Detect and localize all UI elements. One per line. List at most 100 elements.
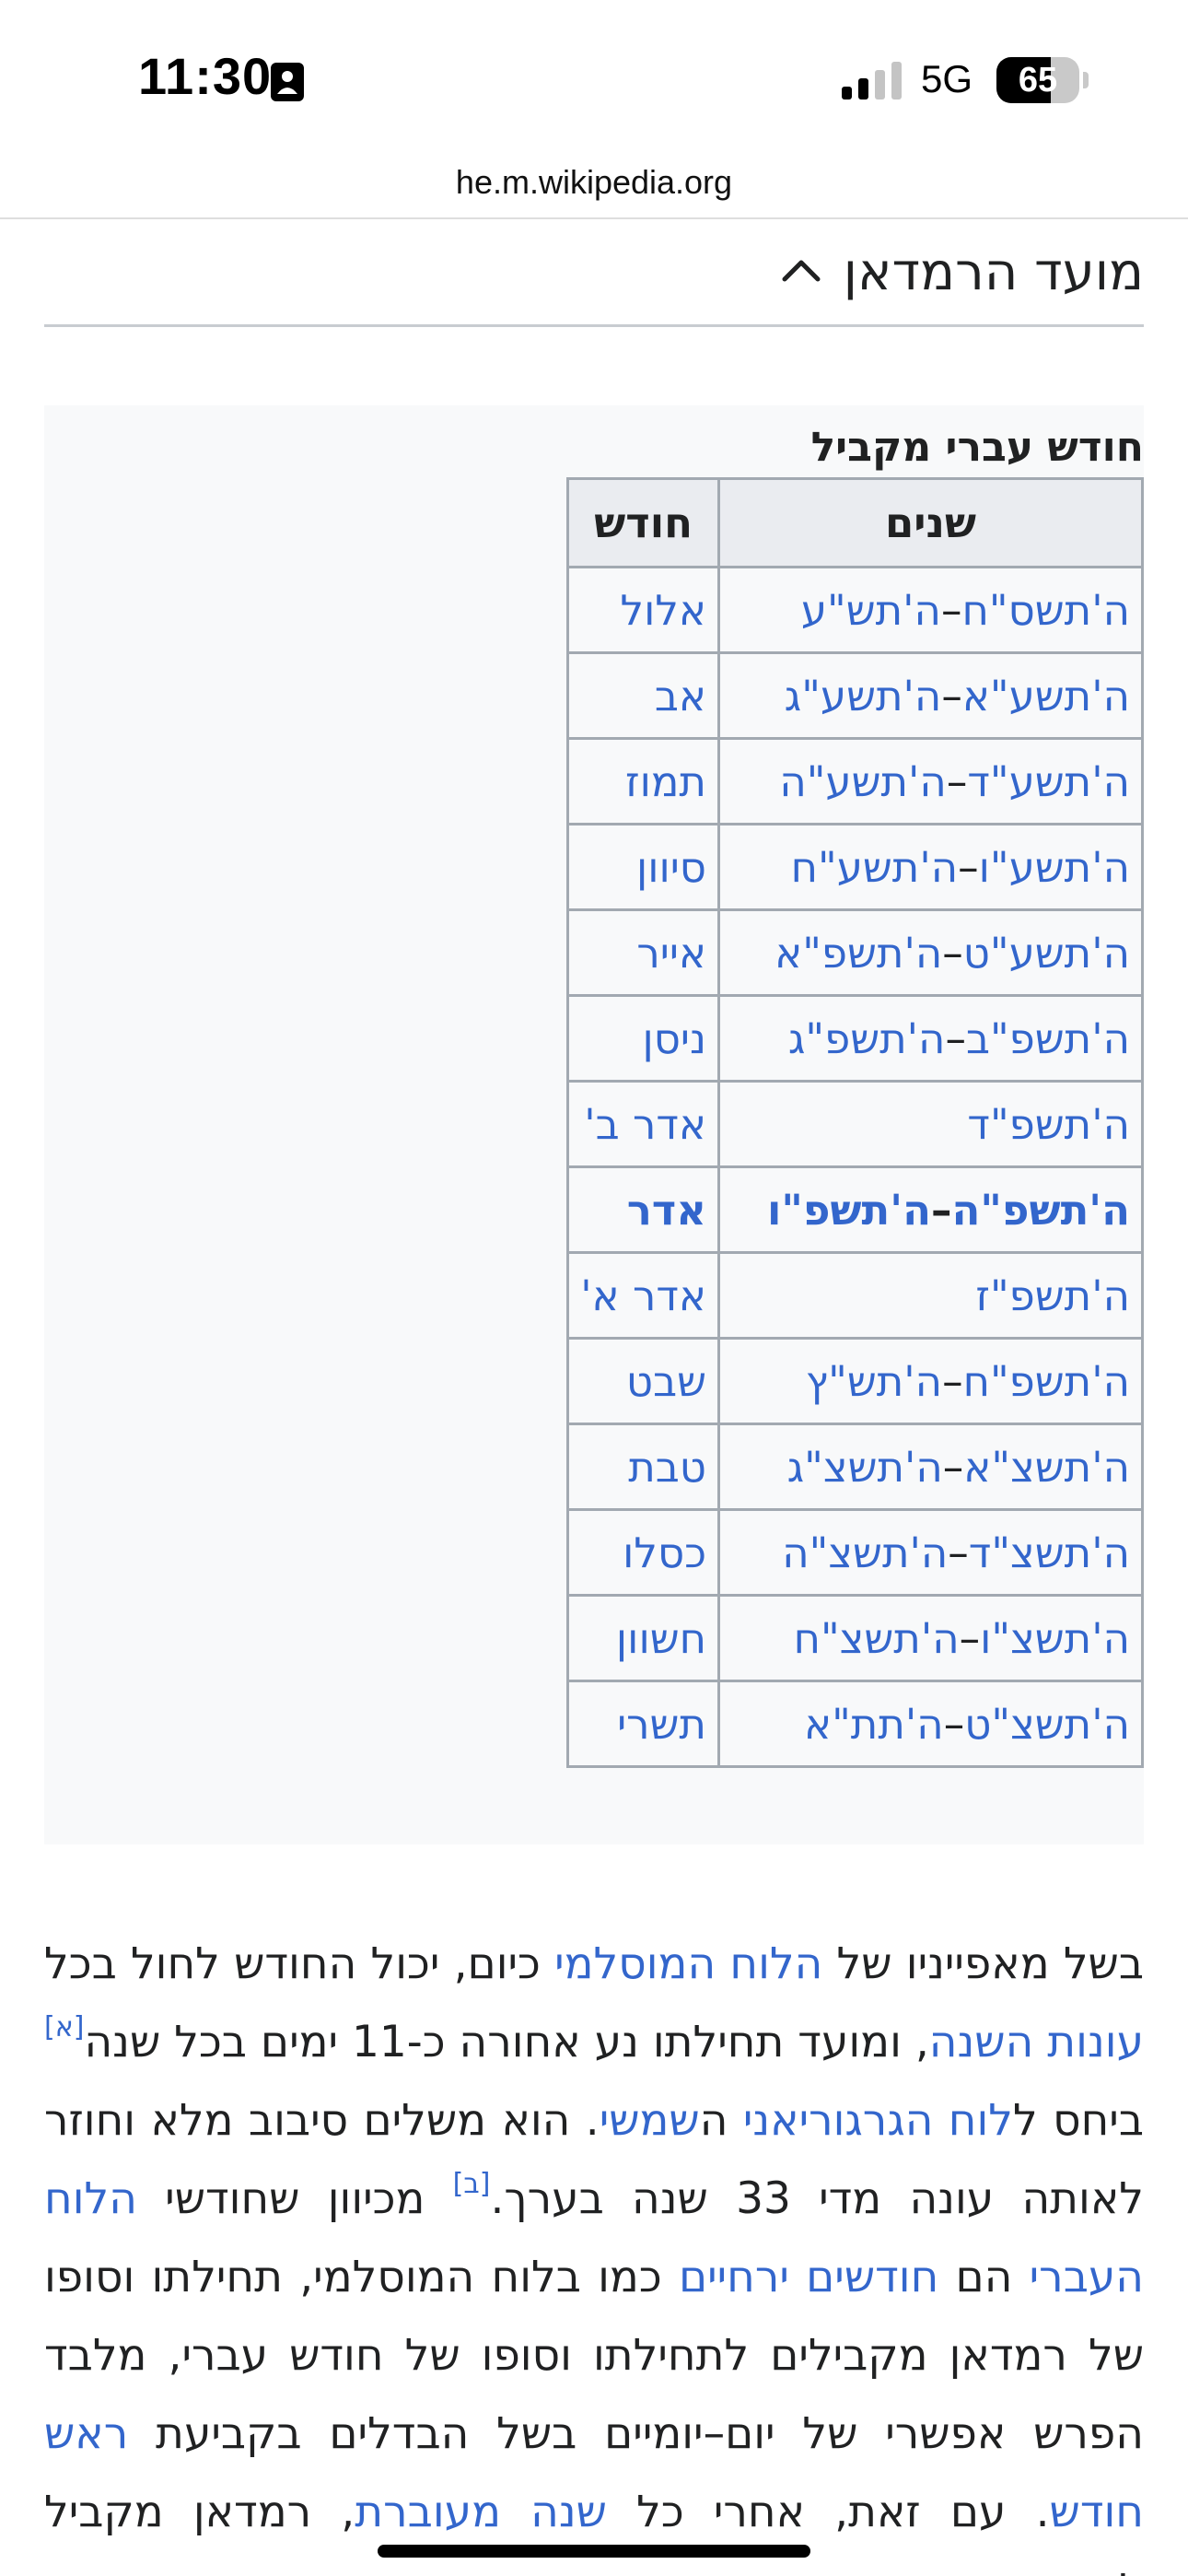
month-link[interactable]: אב (655, 672, 706, 720)
year-link[interactable]: ה'תשצ"ט (964, 1700, 1130, 1749)
year-link[interactable]: ה'תשצ"ח (794, 1614, 960, 1663)
year-link[interactable]: ה'תשפ"ה (951, 1186, 1130, 1235)
table-row: ה'תשפ"ד אדר ב' (566, 1080, 1144, 1168)
year-link[interactable]: ה'תשע"ג (785, 672, 942, 720)
year-link[interactable]: ה'תשע"ח (791, 843, 959, 892)
years-cell: ה'תשס"ח–ה'תש"ע (717, 566, 1144, 654)
month-link[interactable]: טבת (628, 1443, 706, 1492)
header-years: שנים (717, 477, 1144, 568)
month-link[interactable]: שבט (626, 1357, 706, 1406)
home-indicator[interactable] (378, 2545, 810, 2558)
year-link[interactable]: ה'תשע"ה (779, 757, 947, 806)
table-row: ה'תשפ"ה–ה'תשפ"ו אדר (566, 1165, 1144, 1254)
paragraph-text: מכיוון שחודשי (136, 2173, 453, 2224)
month-link[interactable]: אדר (627, 1186, 706, 1235)
footnote: [א] (44, 2011, 84, 2043)
url-bar[interactable]: he.m.wikipedia.org (0, 147, 1188, 217)
year-link[interactable]: ה'תשע"ד (967, 757, 1130, 806)
years-cell: ה'תשפ"ח–ה'תש"ץ (717, 1337, 1144, 1425)
section-title[interactable]: מועד הרמדאן (844, 242, 1144, 302)
paragraph-text: כיום, יכול החודש לחול בכל (44, 1938, 555, 1989)
table-row: ה'תשצ"ד–ה'תשצ"ה כסלו (566, 1508, 1144, 1597)
month-cell: סיוון (566, 823, 720, 911)
year-link[interactable]: ה'תשצ"א (963, 1443, 1130, 1492)
years-cell: ה'תשצ"א–ה'תשצ"ג (717, 1423, 1144, 1511)
month-link[interactable]: כסלו (623, 1528, 706, 1577)
year-link[interactable]: ה'תשפ"ו (767, 1186, 931, 1235)
infobox: חודש עברי מקביל שנים חודש ה'תשס"ח–ה'תש"ע… (44, 405, 1144, 1844)
network-type: 5G (921, 57, 973, 100)
month-link[interactable]: חשוון (616, 1614, 706, 1663)
paragraph-text: ה (699, 2095, 743, 2146)
body-paragraph: בשל מאפייניו של הלוח המוסלמי כיום, יכול … (44, 1925, 1144, 2576)
month-cell: תשרי (566, 1680, 720, 1768)
article-link[interactable]: שנה מעוברת (355, 2487, 607, 2537)
range-dash: – (942, 1356, 963, 1406)
years-cell: ה'תשצ"ו–ה'תשצ"ח (717, 1594, 1144, 1682)
range-dash: – (945, 1013, 966, 1063)
year-link[interactable]: ה'תשצ"ה (782, 1528, 948, 1577)
month-cell: ניסן (566, 994, 720, 1083)
month-link[interactable]: אדר א' (580, 1271, 706, 1320)
year-link[interactable]: ה'תשע"ו (979, 843, 1130, 892)
month-link[interactable]: תשרי (617, 1700, 706, 1749)
month-link[interactable]: אלול (621, 586, 707, 635)
year-link[interactable]: ה'תשצ"ג (787, 1443, 943, 1492)
years-cell: ה'תשע"ו–ה'תשע"ח (717, 823, 1144, 911)
article-link[interactable]: הלוח המוסלמי (554, 1938, 822, 1989)
month-cell: אדר א' (566, 1251, 720, 1340)
years-cell: ה'תשפ"ד (717, 1080, 1144, 1168)
range-dash: – (930, 1185, 952, 1235)
table-header-row: שנים חודש (566, 477, 1144, 568)
table-row: ה'תשס"ח–ה'תש"ע אלול (566, 566, 1144, 654)
year-link[interactable]: ה'תת"א (804, 1700, 944, 1749)
year-link[interactable]: ה'תשפ"ז (975, 1271, 1130, 1320)
paragraph-text: ביחס ל (1013, 2095, 1144, 2146)
infobox-caption: חודש עברי מקביל (810, 423, 1144, 471)
contact-card-icon (271, 63, 304, 101)
url-text[interactable]: he.m.wikipedia.org (456, 163, 732, 202)
year-link[interactable]: ה'תשפ"ח (963, 1357, 1130, 1406)
article-link[interactable]: חודשים ירחיים (679, 2252, 938, 2302)
table-row: ה'תשע"ו–ה'תשע"ח סיוון (566, 823, 1144, 911)
years-cell: ה'תשפ"ב–ה'תשפ"ג (717, 994, 1144, 1083)
month-link[interactable]: אייר (636, 929, 706, 978)
footnote-link[interactable]: [א] (44, 2011, 84, 2043)
month-cell: אייר (566, 908, 720, 997)
range-dash: – (940, 585, 962, 635)
years-cell: ה'תשע"א–ה'תשע"ג (717, 651, 1144, 740)
table-row: ה'תשפ"ב–ה'תשפ"ג ניסן (566, 994, 1144, 1083)
year-link[interactable]: ה'תשע"א (962, 672, 1130, 720)
status-time: 11:30 (138, 47, 273, 105)
year-link[interactable]: ה'תשצ"ד (969, 1528, 1130, 1577)
year-link[interactable]: ה'תש"ע (801, 586, 941, 635)
year-link[interactable]: ה'תשפ"ד (967, 1100, 1130, 1149)
section-heading[interactable]: מועד הרמדאן (44, 221, 1144, 322)
year-link[interactable]: ה'תשפ"ג (788, 1014, 946, 1063)
paragraph-text: בשל מאפייניו של (822, 1938, 1145, 1989)
year-link[interactable]: ה'תשפ"א (775, 929, 942, 978)
year-link[interactable]: ה'תש"ץ (806, 1357, 942, 1406)
year-link[interactable]: ה'תשפ"ב (966, 1014, 1130, 1063)
article-link[interactable]: עונות השנה (929, 2017, 1144, 2067)
chevron-up-icon[interactable] (779, 248, 823, 292)
month-link[interactable]: סיוון (636, 843, 706, 892)
month-link[interactable]: תמוז (625, 757, 706, 806)
section-divider (44, 324, 1144, 327)
year-link[interactable]: ה'תשס"ח (961, 586, 1130, 635)
years-cell: ה'תשע"ט–ה'תשפ"א (717, 908, 1144, 997)
year-link[interactable]: ה'תשצ"ו (980, 1614, 1130, 1663)
battery-icon: 65 (996, 57, 1079, 103)
signal-bars-icon (842, 62, 902, 100)
month-link[interactable]: ניסן (642, 1014, 706, 1063)
page: 11:30 5G 65 he.m.wikipedia.org מועד הרמד… (0, 0, 1188, 2576)
url-divider (0, 217, 1188, 219)
footnote-link[interactable]: [ב] (453, 2168, 491, 2200)
month-link[interactable]: אדר ב' (584, 1100, 706, 1149)
year-link[interactable]: ה'תשע"ט (963, 929, 1130, 978)
article-link[interactable]: שמשי (600, 2095, 700, 2146)
range-dash: – (946, 756, 968, 806)
article-link[interactable]: לוח הגרגוריאני (743, 2095, 1013, 2146)
range-dash: – (959, 1613, 981, 1663)
month-cell: אלול (566, 566, 720, 654)
